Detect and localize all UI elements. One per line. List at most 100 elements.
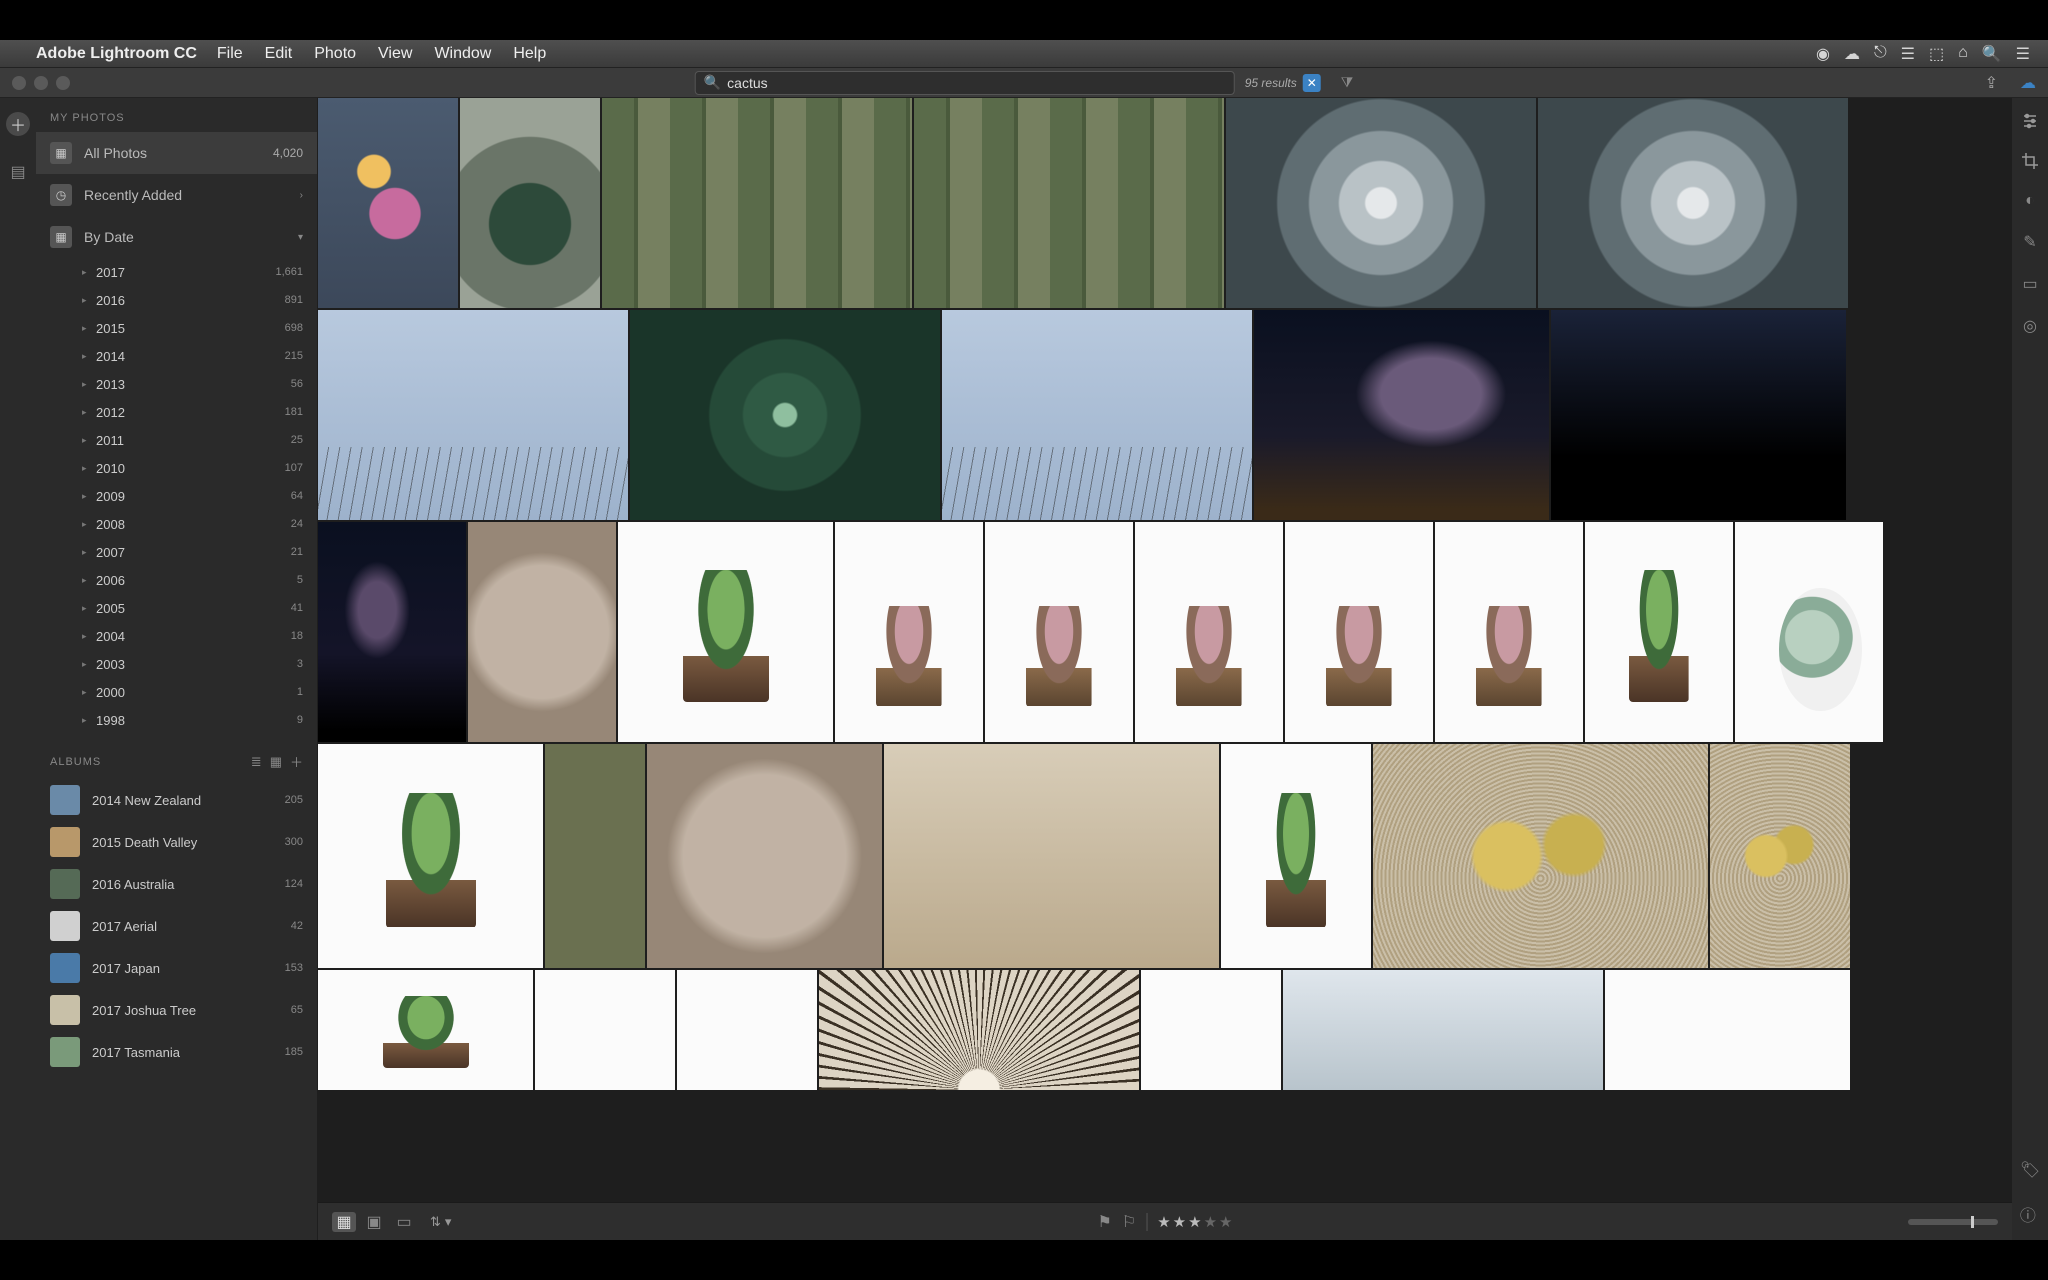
close-window-button[interactable]: [12, 76, 26, 90]
star-icon[interactable]: ★: [1188, 1213, 1201, 1231]
photo-thumbnail[interactable]: [318, 310, 628, 520]
cloud-sync-icon[interactable]: ☁: [2020, 73, 2036, 93]
sidebar-item-by-date[interactable]: ▦ By Date ▾: [36, 216, 317, 258]
photo-thumbnail[interactable]: [318, 98, 458, 308]
flag-reject-icon[interactable]: ⚐: [1122, 1212, 1136, 1232]
albums-grid-view-icon[interactable]: ▦: [270, 754, 282, 770]
linear-gradient-icon[interactable]: ▭: [2022, 274, 2037, 294]
albums-list-view-icon[interactable]: ≣: [251, 754, 262, 770]
year-row[interactable]: 201356: [36, 370, 317, 398]
thumbnail-size-slider[interactable]: [1908, 1219, 1998, 1225]
menu-view[interactable]: View: [378, 45, 412, 63]
year-row[interactable]: 200824: [36, 510, 317, 538]
menu-icon[interactable]: ☰: [2016, 44, 2030, 64]
status-icon[interactable]: ⌂: [1958, 44, 1968, 64]
photo-thumbnail[interactable]: [1735, 522, 1883, 742]
sidebar-item-all-photos[interactable]: ▦ All Photos 4,020: [36, 132, 317, 174]
star-icon[interactable]: ★: [1219, 1213, 1232, 1231]
photo-thumbnail[interactable]: [1585, 522, 1733, 742]
radial-gradient-icon[interactable]: ◎: [2023, 316, 2037, 336]
keywords-icon[interactable]: 🏷: [2020, 1160, 2040, 1180]
photo-thumbnail[interactable]: [318, 744, 543, 968]
add-album-icon[interactable]: ＋: [290, 752, 303, 771]
album-row[interactable]: 2015 Death Valley300: [36, 821, 317, 863]
menu-help[interactable]: Help: [513, 45, 546, 63]
photo-thumbnail[interactable]: [602, 98, 912, 308]
crop-icon[interactable]: [2021, 152, 2039, 170]
flag-pick-icon[interactable]: ⚑: [1098, 1212, 1112, 1232]
view-grid-icon[interactable]: ▦: [332, 1212, 356, 1232]
year-row[interactable]: 2015698: [36, 314, 317, 342]
status-icon[interactable]: ⎋: [1874, 44, 1887, 64]
photo-thumbnail[interactable]: [914, 98, 1224, 308]
photo-thumbnail[interactable]: [1135, 522, 1283, 742]
year-row[interactable]: 2010107: [36, 454, 317, 482]
year-row[interactable]: 2014215: [36, 342, 317, 370]
year-row[interactable]: 200541: [36, 594, 317, 622]
year-row[interactable]: 200964: [36, 482, 317, 510]
album-row[interactable]: 2016 Australia124: [36, 863, 317, 905]
photo-thumbnail[interactable]: [1254, 310, 1549, 520]
add-photos-button[interactable]: ＋: [6, 112, 30, 136]
view-square-icon[interactable]: ▣: [362, 1212, 386, 1232]
menubar-app-name[interactable]: Adobe Lightroom CC: [36, 45, 197, 63]
search-field[interactable]: 🔍: [695, 71, 1235, 95]
photo-thumbnail[interactable]: [618, 522, 833, 742]
photo-thumbnail[interactable]: [819, 970, 1139, 1090]
photo-thumbnail[interactable]: [1226, 98, 1536, 308]
spotlight-icon[interactable]: 🔍: [1982, 44, 2002, 64]
rating-stars[interactable]: ★ ★ ★ ★ ★: [1157, 1213, 1232, 1231]
photo-thumbnail[interactable]: [460, 98, 600, 308]
year-row[interactable]: 2016891: [36, 286, 317, 314]
healing-brush-icon[interactable]: ◐: [2025, 192, 2035, 210]
year-row[interactable]: 20065: [36, 566, 317, 594]
star-icon[interactable]: ★: [1204, 1213, 1217, 1231]
star-icon[interactable]: ★: [1173, 1213, 1186, 1231]
photo-thumbnail[interactable]: [985, 522, 1133, 742]
edit-sliders-icon[interactable]: [2021, 112, 2039, 130]
year-row[interactable]: 200418: [36, 622, 317, 650]
year-row[interactable]: 20033: [36, 650, 317, 678]
search-input[interactable]: [727, 75, 1226, 91]
photo-thumbnail[interactable]: [647, 744, 882, 968]
zoom-window-button[interactable]: [56, 76, 70, 90]
year-row[interactable]: 20171,661: [36, 258, 317, 286]
year-row[interactable]: 200721: [36, 538, 317, 566]
status-icon[interactable]: ☁: [1844, 44, 1860, 64]
menu-window[interactable]: Window: [434, 45, 491, 63]
sidebar-item-recently-added[interactable]: ◷ Recently Added ›: [36, 174, 317, 216]
album-row[interactable]: 2017 Japan153: [36, 947, 317, 989]
photo-thumbnail[interactable]: [1141, 970, 1281, 1090]
filter-icon[interactable]: ⧩: [1341, 74, 1354, 91]
brush-icon[interactable]: ✎: [2023, 232, 2036, 252]
menu-file[interactable]: File: [217, 45, 243, 63]
view-detail-icon[interactable]: ▭: [392, 1212, 416, 1232]
photo-thumbnail[interactable]: [535, 970, 675, 1090]
photo-thumbnail[interactable]: [835, 522, 983, 742]
year-row[interactable]: 201125: [36, 426, 317, 454]
photo-grid[interactable]: [318, 98, 2012, 1202]
share-icon[interactable]: ⇪: [1985, 73, 1998, 93]
year-row[interactable]: 2012181: [36, 398, 317, 426]
sort-button[interactable]: ⇅ ▾: [430, 1214, 451, 1230]
photo-thumbnail[interactable]: [318, 522, 466, 742]
info-icon[interactable]: ⓘ: [2020, 1202, 2040, 1226]
minimize-window-button[interactable]: [34, 76, 48, 90]
album-row[interactable]: 2017 Tasmania185: [36, 1031, 317, 1073]
photo-thumbnail[interactable]: [1373, 744, 1708, 968]
menu-photo[interactable]: Photo: [314, 45, 356, 63]
clear-search-button[interactable]: ✕: [1303, 74, 1321, 92]
year-row[interactable]: 19989: [36, 706, 317, 734]
photo-thumbnail[interactable]: [1551, 310, 1846, 520]
photo-thumbnail[interactable]: [1710, 744, 1850, 968]
photo-thumbnail[interactable]: [884, 744, 1219, 968]
photo-thumbnail[interactable]: [1538, 98, 1848, 308]
album-row[interactable]: 2017 Joshua Tree65: [36, 989, 317, 1031]
my-photos-panel-button[interactable]: ▤: [6, 160, 30, 184]
photo-thumbnail[interactable]: [630, 310, 940, 520]
photo-thumbnail[interactable]: [545, 744, 645, 968]
status-icon[interactable]: ◉: [1816, 44, 1830, 64]
status-icon[interactable]: ☰: [1901, 44, 1915, 64]
photo-thumbnail[interactable]: [1283, 970, 1603, 1090]
photo-thumbnail[interactable]: [318, 970, 533, 1090]
